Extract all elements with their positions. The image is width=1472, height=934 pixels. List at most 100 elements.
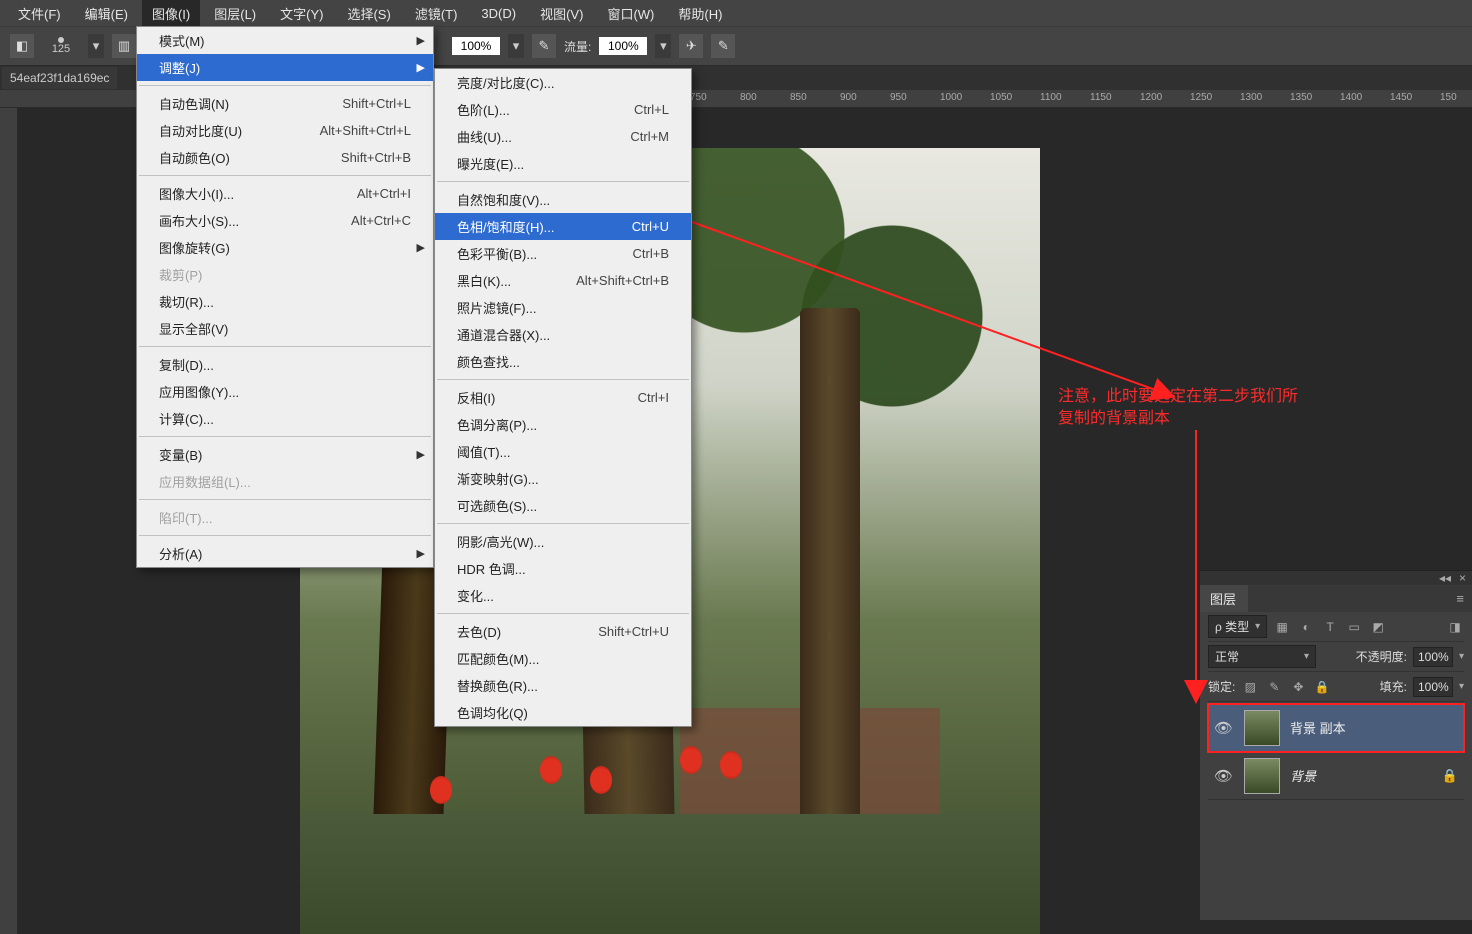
ruler-vertical [0,108,18,934]
menu-window[interactable]: 窗口(W) [597,0,664,27]
menu-item-可选颜色s[interactable]: 可选颜色(S)... [435,492,691,519]
menu-item-变化[interactable]: 变化... [435,582,691,609]
menu-item-自动对比度u[interactable]: 自动对比度(U)Alt+Shift+Ctrl+L [137,117,433,144]
menu-item-替换颜色r[interactable]: 替换颜色(R)... [435,672,691,699]
menu-layer[interactable]: 图层(L) [204,0,266,27]
menu-item-通道混合器x[interactable]: 通道混合器(X)... [435,321,691,348]
menu-item-亮度对比度c[interactable]: 亮度/对比度(C)... [435,69,691,96]
filter-adjust-icon[interactable]: ◐ [1297,618,1315,636]
collapse-icon: ◂◂ [1439,571,1451,585]
brush-preview[interactable]: 125 [42,37,80,55]
menu-item-自动颜色o[interactable]: 自动颜色(O)Shift+Ctrl+B [137,144,433,171]
menu-view[interactable]: 视图(V) [530,0,593,27]
menu-type[interactable]: 文字(Y) [270,0,333,27]
flow-value[interactable]: 100% [599,37,647,55]
pressure-size-icon[interactable]: ✎ [711,34,735,58]
menu-file[interactable]: 文件(F) [8,0,71,27]
menu-item-曝光度e[interactable]: 曝光度(E)... [435,150,691,177]
menu-select[interactable]: 选择(S) [337,0,400,27]
menu-item-应用图像y[interactable]: 应用图像(Y)... [137,378,433,405]
menu-item-模式m[interactable]: 模式(M)▶ [137,27,433,54]
lock-pixels-icon[interactable]: ✎ [1265,678,1283,696]
opacity-dropdown[interactable]: ▾ [508,34,524,58]
document-tab[interactable]: 54eaf23f1da169ec [2,67,117,89]
menu-item-去色d[interactable]: 去色(D)Shift+Ctrl+U [435,618,691,645]
menu-item-颜色查找[interactable]: 颜色查找... [435,348,691,375]
panel-collapse-bar[interactable]: ◂◂ × [1200,571,1472,585]
airbrush-icon[interactable]: ✈ [679,34,703,58]
opacity-value[interactable]: 100% [452,37,500,55]
menu-item-label: 图像旋转(G) [159,238,411,257]
lock-transparency-icon[interactable]: ▨ [1241,678,1259,696]
layer-item-background-copy[interactable]: 👁 背景 副本 [1208,704,1464,752]
menu-item-反相i[interactable]: 反相(I)Ctrl+I [435,384,691,411]
chevron-down-icon[interactable]: ▾ [1459,651,1464,662]
menu-item-阈值t[interactable]: 阈值(T)... [435,438,691,465]
menu-item-label: 陷印(T)... [159,508,411,527]
layer-name[interactable]: 背景 副本 [1290,718,1346,737]
menu-item-图像旋转g[interactable]: 图像旋转(G)▶ [137,234,433,261]
menu-item-label: 自动颜色(O) [159,148,313,167]
menu-item-色调分离p[interactable]: 色调分离(P)... [435,411,691,438]
menubar: 文件(F) 编辑(E) 图像(I) 图层(L) 文字(Y) 选择(S) 滤镜(T… [0,0,1472,26]
menu-item-分析a[interactable]: 分析(A)▶ [137,540,433,567]
ruler-tick: 1000 [940,92,962,103]
panel-menu-icon[interactable]: ≡ [1448,591,1472,606]
menu-3d[interactable]: 3D(D) [471,2,526,25]
menu-item-色相饱和度h[interactable]: 色相/饱和度(H)...Ctrl+U [435,213,691,240]
pressure-opacity-icon[interactable]: ✎ [532,34,556,58]
lock-position-icon[interactable]: ✥ [1289,678,1307,696]
menu-item-图像大小i[interactable]: 图像大小(I)...Alt+Ctrl+I [137,180,433,207]
menu-item-shortcut: Ctrl+U [632,219,669,234]
menu-item-显示全部v[interactable]: 显示全部(V) [137,315,433,342]
layer-item-background[interactable]: 👁 背景 🔒 [1208,752,1464,800]
menu-item-hdr色调[interactable]: HDR 色调... [435,555,691,582]
menu-item-label: 阴影/高光(W)... [457,532,669,551]
layer-name[interactable]: 背景 [1290,766,1316,785]
menu-item-黑白k[interactable]: 黑白(K)...Alt+Shift+Ctrl+B [435,267,691,294]
flow-dropdown[interactable]: ▾ [655,34,671,58]
blend-mode-dropdown[interactable]: 正常 ▾ [1208,645,1316,668]
brush-panel-toggle-icon[interactable]: ▥ [112,34,136,58]
menu-item-色阶l[interactable]: 色阶(L)...Ctrl+L [435,96,691,123]
filter-toggle-icon[interactable]: ◨ [1446,618,1464,636]
menu-item-调整j[interactable]: 调整(J)▶ [137,54,433,81]
layer-kind-dropdown[interactable]: ρ 类型 ▾ [1208,615,1267,638]
tab-layers[interactable]: 图层 [1200,585,1248,612]
filter-pixel-icon[interactable]: ▦ [1273,618,1291,636]
menu-item-计算c[interactable]: 计算(C)... [137,405,433,432]
menu-item-阴影高光w[interactable]: 阴影/高光(W)... [435,528,691,555]
menu-item-匹配颜色m[interactable]: 匹配颜色(M)... [435,645,691,672]
layer-list: 👁 背景 副本 👁 背景 🔒 [1208,704,1464,800]
filter-smart-icon[interactable]: ◩ [1369,618,1387,636]
menu-item-照片滤镜f[interactable]: 照片滤镜(F)... [435,294,691,321]
lock-all-icon[interactable]: 🔒 [1313,678,1331,696]
menu-image[interactable]: 图像(I) [142,0,200,27]
layer-thumbnail[interactable] [1244,758,1280,794]
menu-item-自然饱和度v[interactable]: 自然饱和度(V)... [435,186,691,213]
opacity-value[interactable]: 100% [1413,647,1453,667]
chevron-down-icon[interactable]: ▾ [1459,681,1464,692]
layer-thumbnail[interactable] [1244,710,1280,746]
visibility-icon[interactable]: 👁 [1214,767,1234,785]
menu-item-label: 自动色调(N) [159,94,314,113]
menu-filter[interactable]: 滤镜(T) [405,0,468,27]
menu-item-变量b[interactable]: 变量(B)▶ [137,441,433,468]
menu-item-渐变映射g[interactable]: 渐变映射(G)... [435,465,691,492]
menu-item-曲线u[interactable]: 曲线(U)...Ctrl+M [435,123,691,150]
menu-help[interactable]: 帮助(H) [668,0,732,27]
filter-shape-icon[interactable]: ▭ [1345,618,1363,636]
menu-edit[interactable]: 编辑(E) [75,0,138,27]
menu-item-label: 色调均化(Q) [457,703,669,722]
brush-dropdown[interactable]: ▾ [88,34,104,58]
filter-type-icon[interactable]: T [1321,618,1339,636]
menu-item-复制d[interactable]: 复制(D)... [137,351,433,378]
tool-preset-icon[interactable]: ◧ [10,34,34,58]
menu-item-色调均化q[interactable]: 色调均化(Q) [435,699,691,726]
menu-item-裁切r[interactable]: 裁切(R)... [137,288,433,315]
menu-item-画布大小s[interactable]: 画布大小(S)...Alt+Ctrl+C [137,207,433,234]
fill-value[interactable]: 100% [1413,677,1453,697]
menu-item-色彩平衡b[interactable]: 色彩平衡(B)...Ctrl+B [435,240,691,267]
menu-item-自动色调n[interactable]: 自动色调(N)Shift+Ctrl+L [137,90,433,117]
visibility-icon[interactable]: 👁 [1214,719,1234,737]
